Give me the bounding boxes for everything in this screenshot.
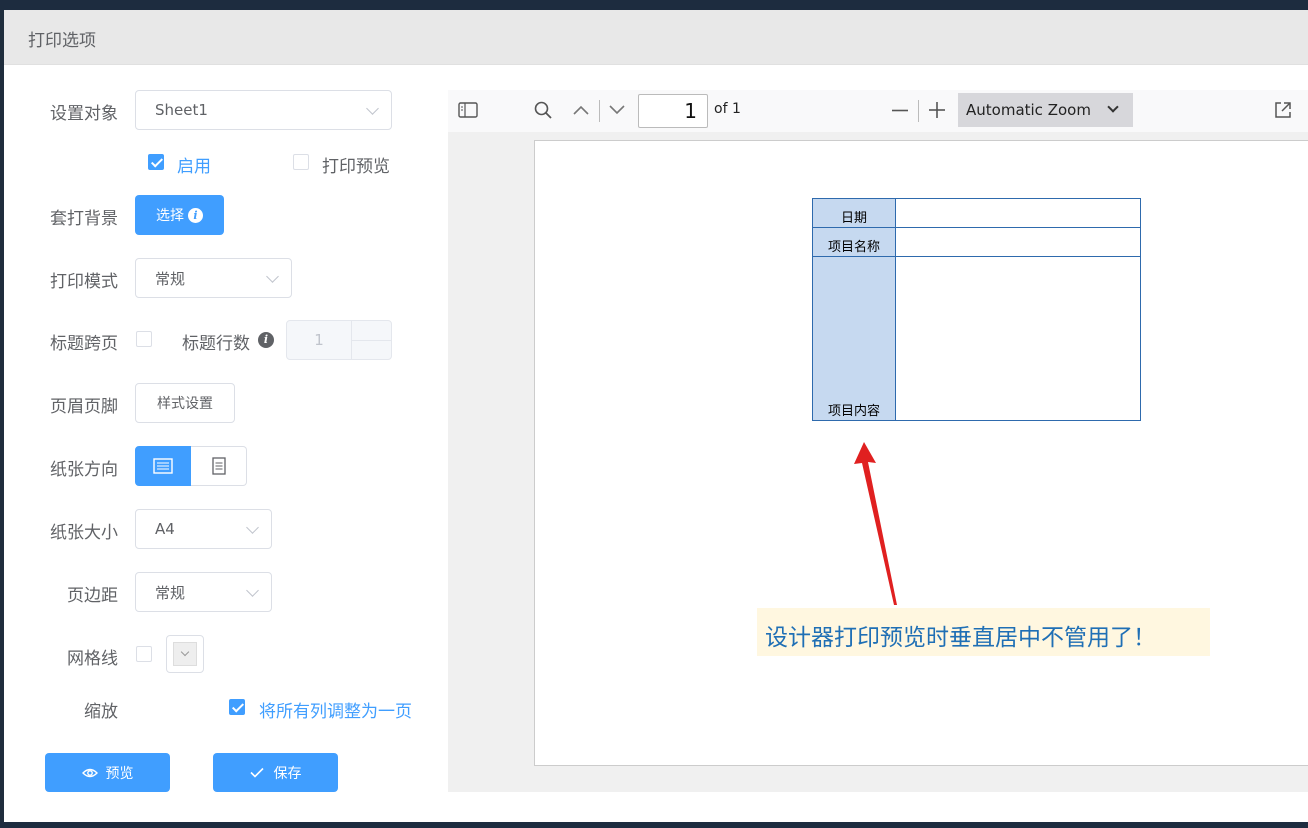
gridline-checkbox[interactable] — [136, 646, 152, 662]
save-button[interactable]: 保存 — [213, 753, 338, 792]
mode-select[interactable]: 常规 — [135, 258, 292, 298]
portrait-page-icon — [211, 457, 226, 475]
paper-size-select[interactable]: A4 — [135, 509, 272, 549]
toolbar-separator — [918, 100, 919, 122]
background-label: 套打背景 — [50, 209, 118, 229]
table-row: 项目名称 — [812, 227, 1141, 257]
red-arrow-annotation — [854, 442, 897, 605]
print-options-dialog: 打印选项 设置对象 Sheet1 启用 打印预览 套打背景 选择 i 打印模式 … — [4, 10, 1308, 828]
search-icon[interactable] — [534, 101, 552, 119]
fit-columns-checkbox[interactable] — [229, 699, 245, 715]
size-label: 纸张大小 — [50, 523, 118, 543]
page-total-label: of 1 — [714, 101, 741, 117]
landscape-page-icon — [153, 458, 173, 474]
sheet-table: 日期 项目名称 项目内容 — [812, 198, 1141, 421]
print-preview-label[interactable]: 打印预览 — [322, 152, 390, 177]
enable-checkbox[interactable] — [148, 154, 164, 170]
gridline-label: 网格线 — [67, 649, 118, 669]
portrait-button[interactable] — [191, 446, 247, 486]
select-background-button[interactable]: 选择 i — [135, 195, 224, 235]
table-row: 日期 — [812, 198, 1141, 228]
annotation-note: 设计器打印预览时垂直居中不管用了！ — [757, 608, 1210, 656]
title-span-label: 标题跨页 — [50, 334, 118, 354]
zoom-in-icon[interactable] — [929, 102, 945, 118]
title-rows-value: 1 — [314, 331, 324, 349]
sidebar-toggle-icon[interactable] — [458, 102, 478, 118]
margin-label: 页边距 — [67, 586, 118, 606]
chevron-down-icon — [266, 270, 279, 283]
landscape-button[interactable] — [135, 446, 191, 486]
header-footer-label: 页眉页脚 — [50, 397, 118, 417]
info-icon: i — [258, 332, 274, 348]
chevron-down-icon — [180, 647, 190, 657]
dialog-title: 打印选项 — [4, 10, 1308, 65]
info-icon: i — [188, 207, 203, 223]
sheet-value-project-content — [895, 256, 1141, 421]
chevron-down-icon — [1107, 101, 1119, 113]
stepper-controls[interactable] — [351, 321, 392, 359]
preview-button-label: 预览 — [105, 765, 134, 782]
page-number-input[interactable]: 1 — [638, 94, 708, 128]
zoom-value: Automatic Zoom — [966, 101, 1091, 119]
scale-label: 缩放 — [84, 702, 118, 722]
fit-columns-label[interactable]: 将所有列调整为一页 — [259, 697, 412, 722]
window-top-strip — [0, 0, 1308, 10]
zoom-out-icon[interactable] — [892, 109, 908, 112]
sheet-label-date: 日期 — [812, 198, 896, 228]
table-row: 项目内容 — [812, 256, 1141, 421]
title-span-checkbox[interactable] — [136, 331, 152, 347]
gridline-color-picker[interactable] — [166, 635, 204, 673]
print-preview-checkbox[interactable] — [293, 154, 309, 170]
mode-label: 打印模式 — [50, 272, 118, 292]
margin-select[interactable]: 常规 — [135, 572, 272, 612]
save-button-label: 保存 — [273, 765, 302, 782]
orientation-label: 纸张方向 — [50, 460, 118, 480]
style-settings-button[interactable]: 样式设置 — [135, 383, 235, 423]
window-bottom-strip — [0, 822, 1308, 828]
margin-value: 常规 — [155, 583, 186, 602]
pdf-page: 日期 项目名称 项目内容 — [534, 140, 1308, 766]
select-background-label: 选择 — [156, 208, 184, 224]
chevron-down-icon — [366, 102, 379, 115]
check-icon — [249, 767, 264, 778]
open-external-icon[interactable] — [1274, 101, 1292, 119]
orientation-toggle — [135, 446, 247, 486]
sheet-value-project-name — [895, 227, 1141, 257]
target-label: 设置对象 — [50, 104, 118, 124]
sheet-label-project-content: 项目内容 — [812, 256, 896, 421]
preview-button[interactable]: 预览 — [45, 753, 170, 792]
mode-select-value: 常规 — [155, 269, 186, 288]
paper-size-value: A4 — [155, 520, 175, 538]
print-settings-form: 设置对象 Sheet1 启用 打印预览 套打背景 选择 i 打印模式 常规 标题… — [4, 65, 448, 822]
enable-label[interactable]: 启用 — [177, 152, 211, 177]
pdf-toolbar: 1 of 1 Automatic Zoom — [448, 90, 1308, 132]
next-page-icon[interactable] — [609, 105, 625, 115]
zoom-select[interactable]: Automatic Zoom — [958, 93, 1133, 127]
toolbar-separator — [599, 100, 600, 122]
title-rows-stepper[interactable]: 1 — [286, 320, 392, 360]
target-select[interactable]: Sheet1 — [135, 90, 392, 130]
sheet-label-project-name: 项目名称 — [812, 227, 896, 257]
eye-icon — [81, 768, 98, 777]
previous-page-icon[interactable] — [573, 105, 589, 115]
chevron-down-icon — [246, 521, 259, 534]
target-select-value: Sheet1 — [155, 101, 208, 119]
title-rows-label: 标题行数 — [182, 334, 250, 354]
chevron-down-icon — [246, 584, 259, 597]
sheet-value-date — [895, 198, 1141, 228]
